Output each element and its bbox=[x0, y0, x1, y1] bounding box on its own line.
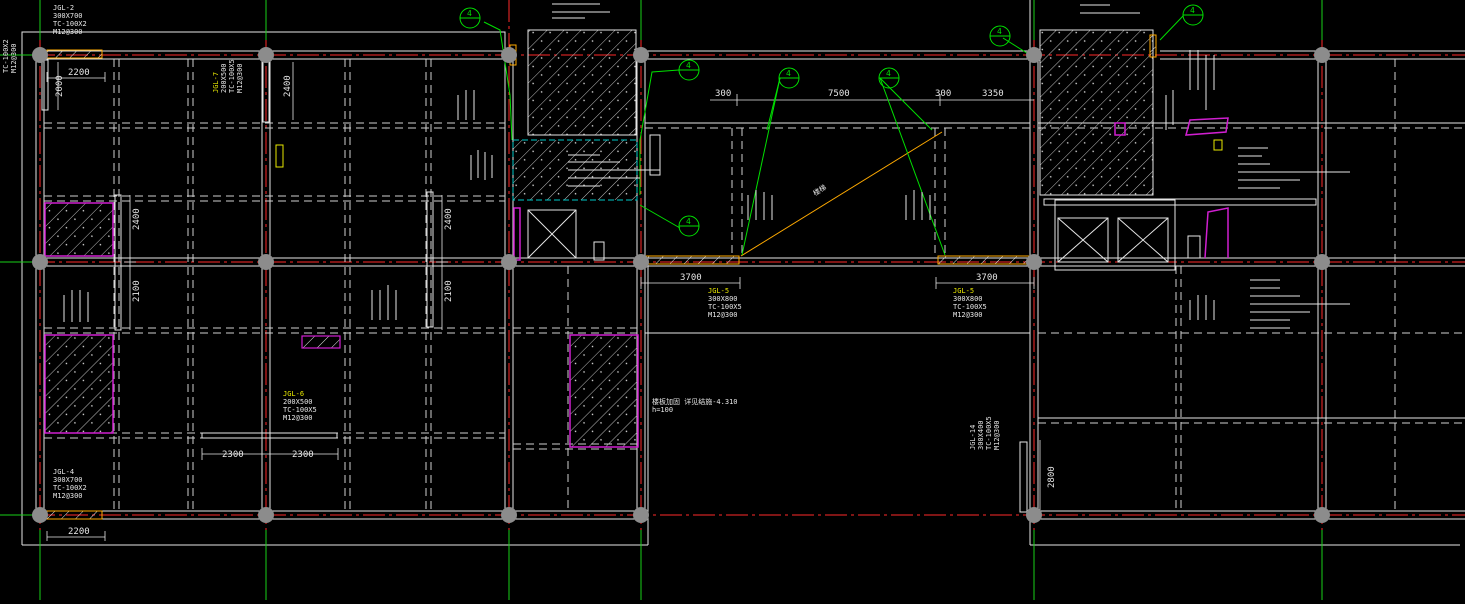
label-line: JGL-4 bbox=[53, 468, 74, 476]
dim-7500: 7500 bbox=[828, 89, 850, 99]
label-line: 200X500 bbox=[283, 398, 313, 406]
column-2-2 bbox=[501, 507, 517, 523]
dim-2300-a: 2300 bbox=[222, 450, 244, 460]
label-line: 300X700 bbox=[53, 476, 83, 484]
column-1-0 bbox=[258, 47, 274, 63]
column-3-1 bbox=[633, 254, 649, 270]
column-4-1 bbox=[1026, 254, 1042, 270]
label-line: TC-100X5 bbox=[283, 406, 317, 414]
callout-c2: 4 bbox=[678, 59, 700, 81]
label-jgl4: JGL-4300X700TC-100X2M12@300 bbox=[53, 468, 87, 500]
label-line: M12@300 bbox=[283, 414, 313, 422]
label-line: JGL-5 bbox=[953, 287, 974, 295]
label-line: M12@300 bbox=[236, 63, 244, 93]
label-line: M12@300 bbox=[953, 311, 983, 319]
column-1-1 bbox=[258, 254, 274, 270]
dim-text: 2200 2200 2300 2300 3700 3700 300 7500 3… bbox=[55, 68, 1057, 537]
column-2-1 bbox=[501, 254, 517, 270]
dim-2100-mid: 2100 bbox=[444, 280, 454, 302]
callout-c5: 4 bbox=[678, 215, 700, 237]
column-5-1 bbox=[1314, 254, 1330, 270]
label-jgl14: JGL-14 300X400 TC-100X5 M12@300 bbox=[969, 416, 1001, 450]
label-line: TC-100X2 bbox=[2, 39, 10, 73]
label-line: 300X700 bbox=[53, 12, 83, 20]
callout-number: 4 bbox=[686, 217, 691, 226]
label-line: JGL-7 bbox=[212, 72, 220, 93]
label-line: M12@300 bbox=[708, 311, 738, 319]
dim-2300-b: 2300 bbox=[292, 450, 314, 460]
dim-3350: 3350 bbox=[982, 89, 1004, 99]
callout-number: 4 bbox=[686, 61, 691, 70]
dim-2200-top: 2200 bbox=[68, 68, 90, 78]
column-1-2 bbox=[258, 507, 274, 523]
column-2-0 bbox=[501, 47, 517, 63]
label-jgl2: JGL-2300X700TC-100X2M12@300 bbox=[53, 4, 87, 36]
label-left-edge: TC-100X2 M12@300 bbox=[2, 39, 18, 73]
label-line: TC-100X5 bbox=[985, 416, 993, 450]
label-jgl6: JGL-6200X500TC-100X5M12@300 bbox=[283, 390, 317, 422]
cad-drawing-canvas[interactable]: 2200 2200 2300 2300 3700 3700 300 7500 3… bbox=[0, 0, 1465, 600]
column-0-2 bbox=[32, 507, 48, 523]
beam-labels: JGL-2300X700TC-100X2M12@300 JGL-4300X700… bbox=[2, 4, 1001, 500]
label-jgl5a: JGL-5300X800TC-100X5M12@300 bbox=[708, 287, 742, 319]
column-4-0 bbox=[1026, 47, 1042, 63]
label-line: TC-100X2 bbox=[53, 20, 87, 28]
label-line: TC-100X5 bbox=[708, 303, 742, 311]
callout-c4: 4 bbox=[878, 67, 900, 89]
dim-300: 300 bbox=[715, 89, 731, 99]
callout-number: 4 bbox=[786, 69, 791, 78]
label-line: TC-100X5 bbox=[228, 59, 236, 93]
label-line: 楼板加固 详见结施-4.310 bbox=[652, 397, 738, 406]
main-beams bbox=[35, 50, 1465, 520]
column-0-0 bbox=[32, 47, 48, 63]
callout-c6: 4 bbox=[989, 25, 1011, 47]
callout-c1: 4 bbox=[459, 7, 481, 29]
dim-2400-left: 2400 bbox=[132, 208, 142, 230]
label-jgl7: JGL-7 200X500 TC-100X5 M12@300 bbox=[212, 59, 244, 93]
stair-diagonal bbox=[740, 131, 943, 257]
fine-annotations bbox=[63, 3, 1350, 329]
label-line: M12@300 bbox=[10, 43, 18, 73]
label-line: M12@300 bbox=[993, 420, 1001, 450]
secondary-beams bbox=[44, 59, 1465, 511]
dim-2400-mid: 2400 bbox=[444, 208, 454, 230]
label-line: TC-100X5 bbox=[953, 303, 987, 311]
callout-number: 4 bbox=[997, 27, 1002, 36]
structural-plan-drawing: 2200 2200 2300 2300 3700 3700 300 7500 3… bbox=[0, 0, 1465, 600]
dim-2200-bottom: 2200 bbox=[68, 527, 90, 537]
callout-c3: 4 bbox=[778, 67, 800, 89]
label-line: M12@300 bbox=[53, 492, 83, 500]
label-line: JGL-2 bbox=[53, 4, 74, 12]
dim-3700-b: 3700 bbox=[976, 273, 998, 283]
label-line: TC-100X2 bbox=[53, 484, 87, 492]
label-slab-note: 楼板加固 详见结施-4.310h=100 bbox=[652, 397, 738, 414]
label-line: 200X500 bbox=[220, 63, 228, 93]
callout-number: 4 bbox=[1190, 6, 1195, 15]
label-line: 300X800 bbox=[953, 295, 983, 303]
label-line: 300X800 bbox=[708, 295, 738, 303]
label-line: h=100 bbox=[652, 406, 673, 414]
label-line: 300X400 bbox=[977, 420, 985, 450]
column-5-0 bbox=[1314, 47, 1330, 63]
dim-3700-a: 3700 bbox=[680, 273, 702, 283]
dim-2000: 2000 bbox=[55, 75, 65, 97]
label-line: JGL-5 bbox=[708, 287, 729, 295]
label-jgl5b: JGL-5300X800TC-100X5M12@300 bbox=[953, 287, 987, 319]
label-line: M12@300 bbox=[53, 28, 83, 36]
column-5-2 bbox=[1314, 507, 1330, 523]
dim-2800: 2800 bbox=[1047, 466, 1057, 488]
dim-300-b: 300 bbox=[935, 89, 951, 99]
callout-c7: 4 bbox=[1182, 4, 1204, 26]
callout-number: 4 bbox=[467, 9, 472, 18]
column-0-1 bbox=[32, 254, 48, 270]
label-line: JGL-6 bbox=[283, 390, 304, 398]
column-3-0 bbox=[633, 47, 649, 63]
stair-label: 楼梯 bbox=[811, 183, 828, 198]
column-3-2 bbox=[633, 507, 649, 523]
dim-2100-left: 2100 bbox=[132, 280, 142, 302]
column-4-2 bbox=[1026, 507, 1042, 523]
callout-number: 4 bbox=[886, 69, 891, 78]
label-line: JGL-14 bbox=[969, 425, 977, 450]
dim-2400-top: 2400 bbox=[283, 75, 293, 97]
